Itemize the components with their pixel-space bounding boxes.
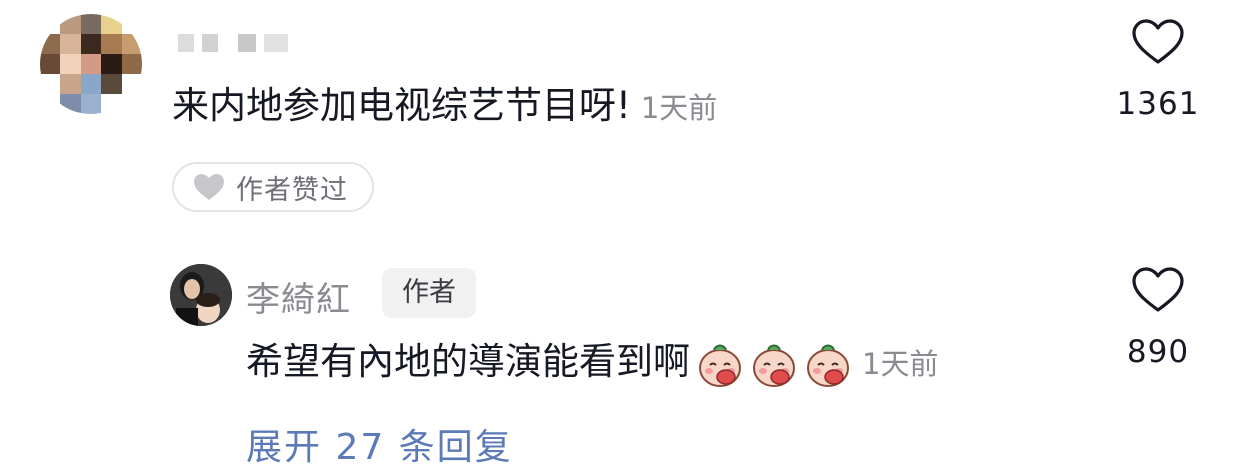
comment-item: 来内地参加电视综艺节目呀! 1天前 作者赞过 1361 — [0, 0, 1243, 240]
heart-filled-icon — [194, 174, 224, 200]
author-liked-label: 作者赞过 — [236, 174, 348, 206]
like-count: 1361 — [1116, 86, 1200, 122]
author-badge: 作者 — [382, 268, 476, 318]
reply-text: 希望有內地的導演能看到啊 1天前 — [246, 338, 938, 388]
like-control[interactable]: 890 — [1103, 266, 1213, 370]
heart-outline-icon[interactable] — [1131, 18, 1185, 66]
user-avatar[interactable] — [40, 14, 142, 114]
comment-time: 1天前 — [640, 91, 718, 125]
reply-time: 1天前 — [862, 347, 939, 381]
username-masked[interactable] — [178, 34, 288, 52]
cover-mouth-emoji — [753, 344, 795, 387]
expand-replies-link[interactable]: 展开 27 条回复 — [246, 418, 513, 470]
reply-item: 李綺紅 作者 希望有內地的導演能看到啊 1天前 890 — [0, 248, 1243, 398]
cover-mouth-emoji — [807, 344, 849, 387]
avatar-photo-image — [170, 264, 232, 326]
user-avatar[interactable] — [170, 264, 232, 326]
reply-username[interactable]: 李綺紅 — [246, 272, 351, 321]
comment-text: 来内地参加电视综艺节目呀! 1天前 — [172, 84, 718, 127]
author-liked-chip: 作者赞过 — [172, 162, 374, 212]
emoji-group — [696, 340, 852, 388]
heart-outline-icon[interactable] — [1131, 266, 1185, 314]
like-count: 890 — [1126, 334, 1190, 370]
cover-mouth-emoji — [699, 344, 741, 387]
like-control[interactable]: 1361 — [1103, 18, 1213, 122]
